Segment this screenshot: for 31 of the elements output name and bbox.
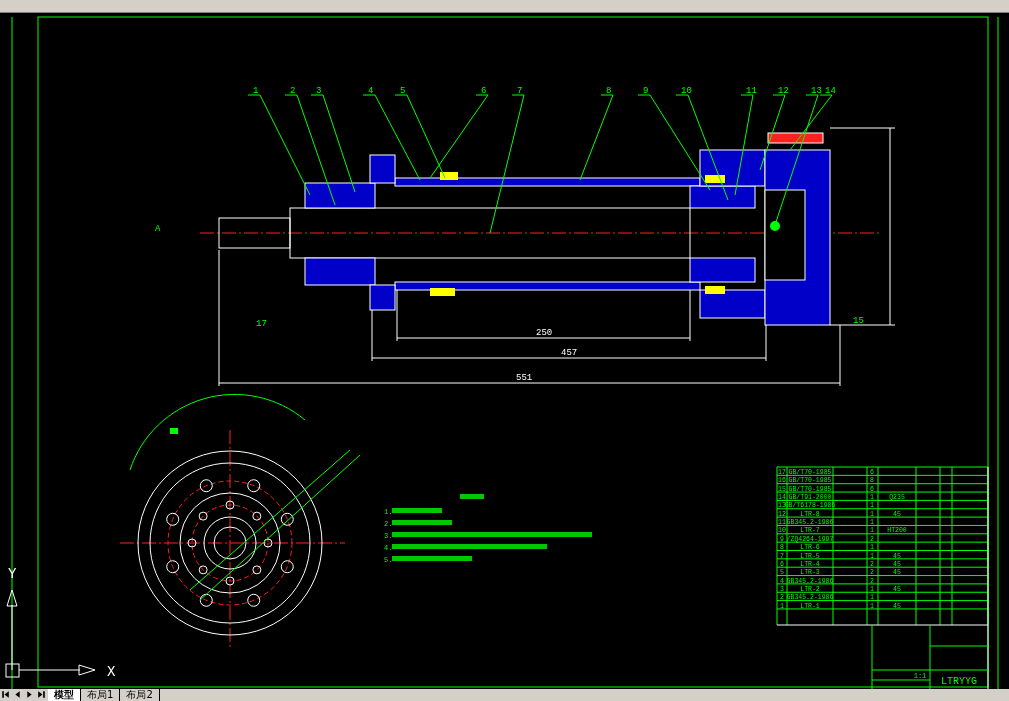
part-number-label: 5 bbox=[400, 86, 406, 96]
part-number-label: 3 bbox=[316, 86, 322, 96]
next-tab-icon[interactable] bbox=[24, 689, 35, 700]
section-label: A bbox=[155, 224, 161, 234]
part-number-label: 4 bbox=[368, 86, 374, 96]
axis-label: Y bbox=[8, 566, 17, 582]
part-number-label: 12 bbox=[778, 86, 789, 96]
part-number-label: 7 bbox=[517, 86, 523, 96]
dimension-label: 250 bbox=[536, 328, 553, 338]
part-number-label: 8 bbox=[606, 86, 612, 96]
part-number-label: 15 bbox=[853, 316, 864, 326]
dimension-label: 551 bbox=[516, 373, 533, 383]
part-number-label: 17 bbox=[256, 319, 267, 329]
layout-tab[interactable]: 布局2 bbox=[120, 689, 160, 701]
layout-tab[interactable]: 布局1 bbox=[81, 689, 121, 701]
last-tab-icon[interactable] bbox=[36, 689, 47, 700]
part-number-label: 2 bbox=[290, 86, 296, 96]
dimension-label: 457 bbox=[561, 348, 578, 358]
part-number-label: 14 bbox=[825, 86, 836, 96]
part-number-label: 13 bbox=[811, 86, 822, 96]
part-number-label: 1 bbox=[253, 86, 259, 96]
part-number-label: 10 bbox=[681, 86, 692, 96]
part-number-label: 9 bbox=[643, 86, 649, 96]
drawing-code: LTRYYG bbox=[941, 676, 977, 687]
part-number-label: 6 bbox=[481, 86, 487, 96]
axis-label: X bbox=[107, 664, 116, 680]
ucs-icon bbox=[5, 589, 96, 678]
part-number-label: 11 bbox=[746, 86, 757, 96]
previous-tab-icon[interactable] bbox=[12, 689, 23, 700]
layout-tab[interactable]: 模型 bbox=[48, 689, 81, 701]
first-tab-icon[interactable] bbox=[0, 689, 11, 700]
